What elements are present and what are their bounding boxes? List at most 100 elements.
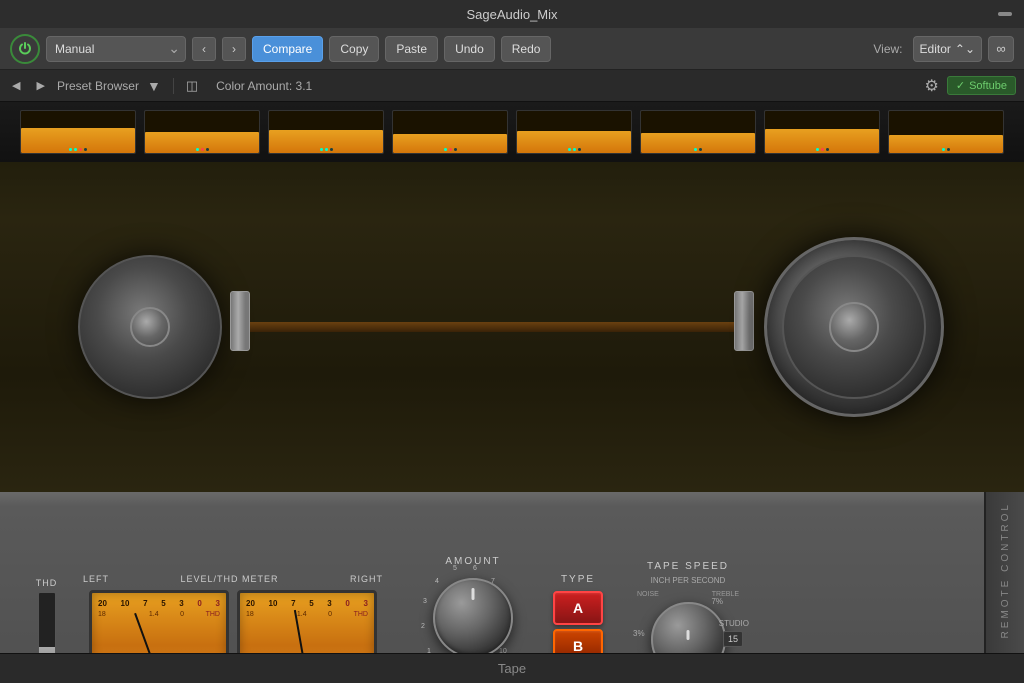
right-reel-wrapper [764,237,944,417]
center-vu-label: LEVEL/THD METER [180,574,278,584]
svg-text:6: 6 [473,565,477,572]
speed-knob-container: NOISE TREBLE 7% 3% 1% 15 STUDIO 30 [633,589,743,653]
noise-label: NOISE [637,591,659,598]
compare-button[interactable]: Compare [252,36,323,62]
type-title: TYPE [561,574,595,585]
amount-knob[interactable] [433,578,513,653]
tape-path-area [220,287,764,367]
tape-speed-title: TAPE SPEED [647,561,729,572]
led [821,148,824,151]
view-dropdown[interactable]: Editor ⌃⌄ [913,36,982,62]
right-vu-label: RIGHT [350,574,383,584]
tape-speed-section: TAPE SPEED INCH PER SECOND NOISE TREBLE … [633,561,743,653]
vu-thd-scale-right: 181.40THD [246,611,368,618]
type-button-a[interactable]: A [553,591,603,625]
led [79,148,82,151]
svg-text:4: 4 [435,578,439,585]
control-panel: THD LEVELMETER LEFT LEVEL/THD METER RIGH… [0,492,1024,653]
svg-text:3: 3 [423,598,427,605]
svg-text:1: 1 [427,648,431,653]
led [74,148,77,151]
studio-label: STUDIO [719,619,749,628]
type-section: TYPE A B C [553,574,603,654]
vu-labels-row: LEFT LEVEL/THD METER RIGHT [83,574,383,584]
led [449,148,452,151]
sub-nav-back[interactable]: ◀ [8,77,24,94]
svg-text:10: 10 [499,648,507,653]
speed-knob[interactable] [651,602,726,653]
sub-toolbar: ◀ ▶ Preset Browser ▼ ◫ Color Amount: 3.1… [0,70,1024,102]
led [947,148,950,151]
color-amount-icon: ◫ [186,78,198,94]
title-bar: SageAudio_Mix [0,0,1024,28]
left-vu-meter: 201075303 181.40THD VU [89,590,229,653]
thd-fill [39,647,55,653]
type-buttons: A B C [553,591,603,654]
led [942,148,945,151]
thd-meter [38,592,56,653]
vu-meters-row: 201075303 181.40THD VU 201075303 [89,590,377,653]
undo-button[interactable]: Undo [444,36,495,62]
vu-segment-6 [640,110,756,154]
led [84,148,87,151]
color-amount: Color Amount: 3.1 [216,79,312,93]
footer: Tape [0,653,1024,683]
nav-forward-button[interactable]: › [222,37,246,61]
left-reel-wrapper [80,257,220,397]
preset-dropdown[interactable]: Manual [46,36,186,62]
nav-back-button[interactable]: ‹ [192,37,216,61]
speed-15-badge: 15 [723,631,743,647]
copy-button[interactable]: Copy [329,36,379,62]
link-button[interactable]: ∞ [988,36,1014,62]
reel-hub-right [829,302,879,352]
sub-nav-forward[interactable]: ▶ [32,77,48,94]
left-vu-label: LEFT [83,574,109,584]
led [699,148,702,151]
vu-needle-left [134,613,160,653]
tape-band [230,322,754,332]
preset-dropdown-wrapper[interactable]: Manual [46,36,186,62]
led [330,148,333,151]
remote-control-panel: REMOTE CONTROL RC-1 [984,492,1024,653]
filter-icon[interactable]: ▼ [147,78,161,94]
vu-segment-4 [392,110,508,154]
vu-thd-scale-left: 181.40THD [98,611,220,618]
window-title: SageAudio_Mix [466,7,557,22]
vu-segment-5 [516,110,632,154]
vu-segment-1 [20,110,136,154]
knob-indicator [472,588,475,600]
svg-text:2: 2 [421,623,425,630]
vu-scale-left: 201075303 [98,599,220,608]
divider [173,78,174,94]
speed-7pct: 7% [711,597,723,606]
led [69,148,72,151]
gear-icon[interactable]: ⚙ [925,76,939,96]
footer-title: Tape [498,661,526,676]
led [694,148,697,151]
paste-button[interactable]: Paste [385,36,438,62]
vu-segment-8 [888,110,1004,154]
vu-segment-7 [764,110,880,154]
type-button-b[interactable]: B [553,629,603,654]
right-reel [764,237,944,417]
redo-button[interactable]: Redo [501,36,552,62]
vu-meters-section: LEFT LEVEL/THD METER RIGHT 201075303 181… [83,574,383,653]
remote-control-label: REMOTE CONTROL [1000,502,1011,638]
reel-hub-left [130,307,170,347]
plugin-area: THD LEVELMETER LEFT LEVEL/THD METER RIGH… [0,102,1024,653]
minimize-button[interactable] [998,12,1012,16]
power-button[interactable] [10,34,40,64]
led [573,148,576,151]
preset-browser-label: Preset Browser [57,79,139,93]
left-capstan [230,291,250,351]
amount-knob-container: 5 6 4 7 3 8 2 9 1 10 [428,573,518,653]
right-capstan [734,291,754,351]
vu-segment-3 [268,110,384,154]
led [196,148,199,151]
vu-scale-right: 201075303 [246,599,368,608]
led [320,148,323,151]
vu-strip [0,102,1024,162]
vu-segment-2 [144,110,260,154]
reels-container [0,162,1024,492]
thd-section: THD LEVELMETER [30,578,63,653]
